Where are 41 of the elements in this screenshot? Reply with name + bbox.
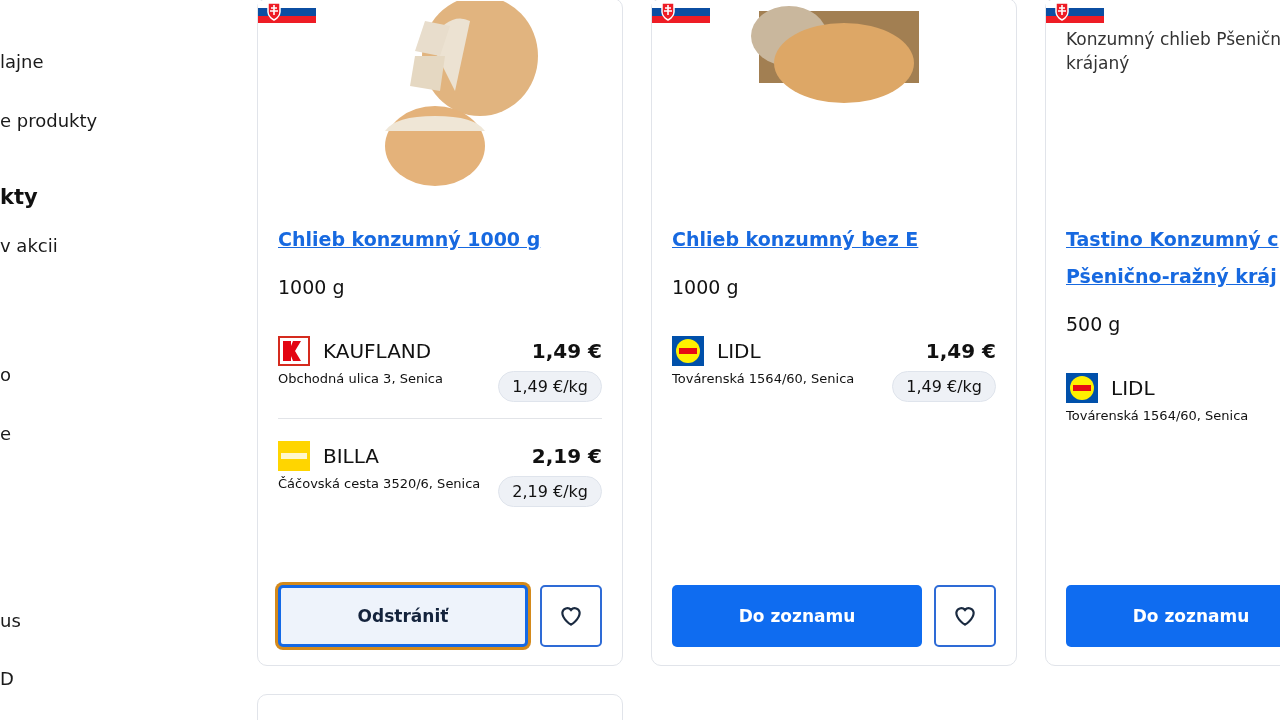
store-name: BILLA (323, 444, 380, 468)
unit-price-badge: 2,19 €/kg (498, 476, 602, 507)
unit-price-badge: 1,49 €/kg (892, 371, 996, 402)
store-address: Továrenská 1564/60, Senica (672, 371, 855, 386)
add-to-list-button[interactable]: Do zoznamu (672, 585, 922, 647)
sidebar-link[interactable]: lajne (0, 50, 257, 74)
store-logo-icon (1066, 373, 1098, 403)
price: 1,49 € (925, 339, 996, 363)
store-name: KAUFLAND (323, 339, 432, 363)
flag-icon (652, 1, 710, 23)
unit-price-badge: 1,49 €/kg (498, 371, 602, 402)
price: 1,49 € (531, 339, 602, 363)
store-logo-icon (278, 441, 310, 471)
product-weight: 1000 g (278, 276, 346, 298)
price: 2,19 € (531, 444, 602, 468)
remove-button[interactable]: Odstrániť (278, 585, 528, 647)
product-weight: 1000 g (672, 276, 740, 298)
sidebar-link[interactable]: D (0, 667, 257, 691)
product-link[interactable]: Chlieb konzumný 1000 g (278, 221, 602, 258)
store-name: LIDL (1111, 376, 1155, 400)
flag-icon (258, 1, 316, 23)
sidebar-link[interactable]: e (0, 422, 257, 446)
product-link[interactable]: Chlieb konzumný bez E (672, 221, 996, 258)
sidebar-link[interactable]: e produkty (0, 109, 257, 133)
store-name: LIDL (717, 339, 761, 363)
sidebar-link[interactable]: us (0, 609, 257, 633)
store-address: Obchodná ulica 3, Senica (278, 371, 443, 386)
section-heading: kty (0, 184, 39, 211)
favorite-button[interactable] (934, 585, 996, 647)
product-link[interactable]: Tastino Konzumný c Pšenično-ražný kráj (1066, 221, 1280, 295)
store-address: Továrenská 1564/60, Senica (1066, 408, 1249, 423)
product-weight: 500 g (1066, 313, 1122, 335)
image-alt-text: Konzumný chlieb Pšeničn krájaný (1066, 28, 1280, 75)
sidebar-link[interactable]: o (0, 363, 257, 387)
store-address: Čáčovská cesta 3520/6, Senica (278, 476, 481, 491)
flag-icon (1046, 1, 1104, 23)
favorite-button[interactable] (540, 585, 602, 647)
add-to-list-button[interactable]: Do zoznamu (1066, 585, 1280, 647)
sidebar-link[interactable]: v akcii (0, 234, 257, 258)
store-logo-icon (278, 336, 310, 366)
store-logo-icon (672, 336, 704, 366)
